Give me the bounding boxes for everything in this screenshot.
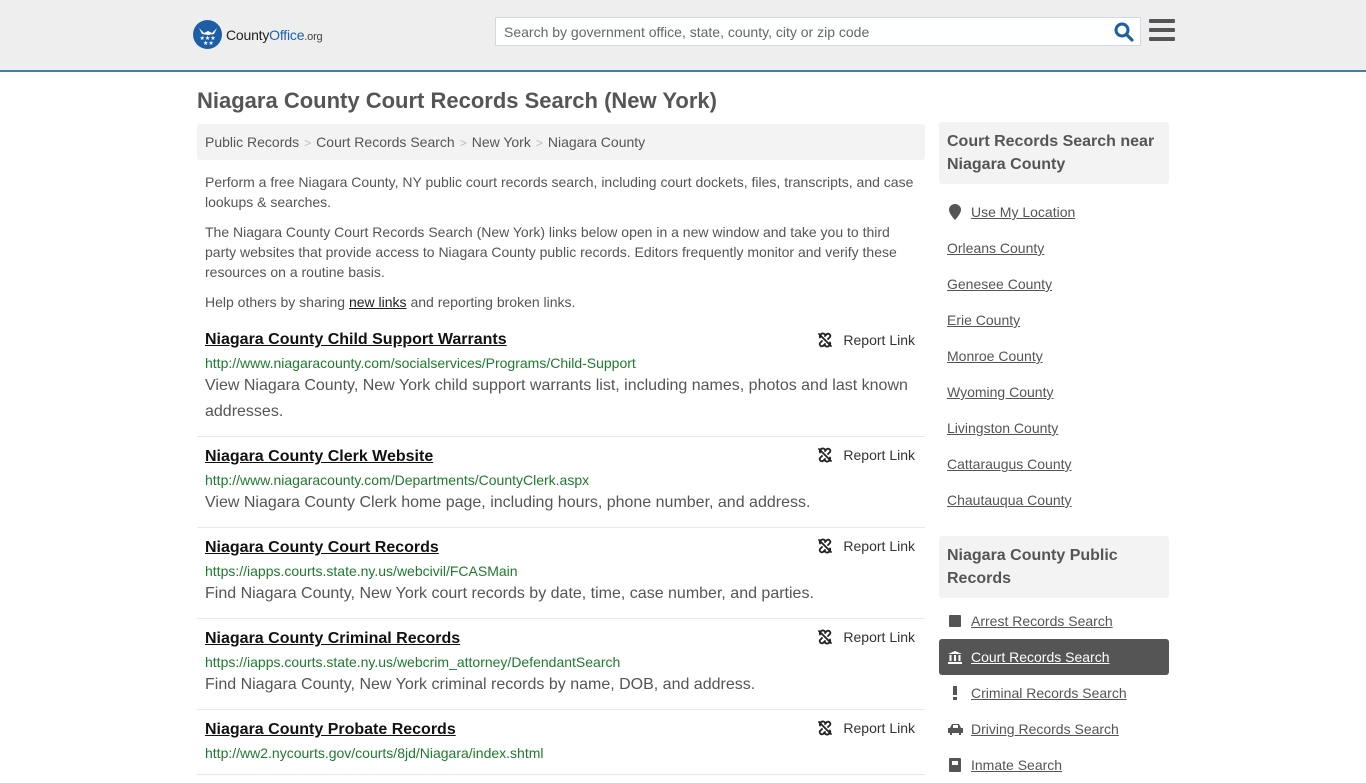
hamburger-menu-icon[interactable] (1149, 19, 1175, 43)
result-item: Niagara County Probate Records Report Lin… (197, 710, 925, 775)
broken-link-icon (818, 720, 833, 736)
nearby-county-item[interactable]: Wyoming County (947, 374, 1161, 410)
breadcrumb-separator: > (535, 136, 543, 150)
result-description: View Niagara County, New York child supp… (205, 377, 908, 420)
report-link-button[interactable]: Report Link (817, 538, 915, 554)
report-link-button[interactable]: Report Link (817, 720, 915, 736)
result-description: Find Niagara County, New York court reco… (205, 585, 814, 602)
report-link-label: Report Link (843, 332, 915, 348)
public-records-item[interactable]: Arrest Records Search (947, 603, 1161, 639)
site-header: ★★★ ★★ CountyOffice.org (0, 0, 1366, 72)
broken-link-icon (818, 629, 833, 645)
square-icon (947, 615, 963, 627)
nearby-county-link[interactable]: Cattaraugus County (947, 456, 1072, 472)
nearby-county-item[interactable]: Genesee County (947, 266, 1161, 302)
car-icon (947, 723, 963, 735)
result-title-link[interactable]: Niagara County Child Support Warrants (205, 330, 507, 350)
intro-text: Perform a free Niagara County, NY public… (197, 160, 925, 312)
nearby-county-item[interactable]: Monroe County (947, 338, 1161, 374)
nearby-county-item[interactable]: Chautauqua County (947, 482, 1161, 518)
report-link-label: Report Link (843, 629, 915, 645)
nearby-county-link[interactable]: Livingston County (947, 420, 1058, 436)
result-item: Niagara County Clerk Website Report Link h… (197, 437, 925, 528)
result-title-link[interactable]: Niagara County Court Records (205, 538, 439, 558)
eagle-stars-logo-icon: ★★★ ★★ (193, 20, 222, 49)
report-link-button[interactable]: Report Link (817, 447, 915, 463)
search-box (495, 17, 1141, 46)
search-input[interactable] (496, 18, 1096, 45)
result-title-link[interactable]: Niagara County Criminal Records (205, 629, 460, 649)
public-records-link[interactable]: Driving Records Search (971, 721, 1119, 737)
site-logo[interactable]: ★★★ ★★ CountyOffice.org (193, 20, 323, 49)
map-marker-icon (947, 204, 963, 220)
intro-paragraph: The Niagara County Court Records Search … (205, 224, 897, 280)
use-my-location-link[interactable]: Use My Location (971, 204, 1075, 220)
result-description: View Niagara County Clerk home page, inc… (205, 494, 811, 511)
sidebar: Court Records Search near Niagara County… (939, 122, 1169, 783)
result-item: Niagara County Court Records Report Link h… (197, 528, 925, 619)
nearby-heading: Court Records Search near Niagara County (939, 122, 1169, 184)
broken-link-icon (818, 447, 833, 463)
nearby-county-link[interactable]: Erie County (947, 312, 1020, 328)
breadcrumb-separator: > (459, 136, 467, 150)
inmate-icon (947, 758, 963, 772)
search-button[interactable] (1114, 22, 1134, 42)
breadcrumb-niagara-county[interactable]: Niagara County (548, 134, 645, 150)
public-records-link[interactable]: Court Records Search (971, 649, 1110, 665)
breadcrumb-separator: > (304, 136, 312, 150)
report-link-label: Report Link (843, 538, 915, 554)
public-records-list: Arrest Records Search Court Records Searc… (939, 598, 1169, 783)
nearby-list: Use My Location Orleans County Genesee Co… (939, 184, 1169, 524)
nearby-county-link[interactable]: Wyoming County (947, 384, 1053, 400)
result-url[interactable]: http://www.niagaracounty.com/socialservi… (205, 353, 917, 373)
public-records-item[interactable]: Inmate Search (947, 747, 1161, 783)
public-records-item[interactable]: Court Records Search (939, 639, 1169, 675)
public-records-item[interactable]: Driving Records Search (947, 711, 1161, 747)
public-records-item[interactable]: Criminal Records Search (947, 675, 1161, 711)
broken-link-icon (818, 332, 833, 348)
search-icon (1114, 22, 1134, 42)
courthouse-icon (947, 650, 963, 664)
logo-wordmark: CountyOffice.org (226, 26, 323, 43)
public-records-link[interactable]: Criminal Records Search (971, 685, 1127, 701)
public-records-heading: Niagara County Public Records (939, 536, 1169, 598)
report-link-label: Report Link (843, 447, 915, 463)
breadcrumb-new-york[interactable]: New York (472, 134, 531, 150)
broken-link-icon (818, 538, 833, 554)
nearby-county-link[interactable]: Chautauqua County (947, 492, 1072, 508)
breadcrumb-court-records-search[interactable]: Court Records Search (316, 134, 455, 150)
result-url[interactable]: https://iapps.courts.state.ny.us/webcrim… (205, 652, 917, 672)
nearby-county-link[interactable]: Monroe County (947, 348, 1043, 364)
result-description: Find Niagara County, New York criminal r… (205, 676, 756, 693)
nearby-county-link[interactable]: Orleans County (947, 240, 1044, 256)
public-records-link[interactable]: Inmate Search (971, 757, 1062, 773)
result-title-link[interactable]: Niagara County Probate Records (205, 720, 456, 740)
result-url[interactable]: https://iapps.courts.state.ny.us/webcivi… (205, 561, 917, 581)
use-my-location-item[interactable]: Use My Location (947, 194, 1161, 230)
exclamation-icon (947, 686, 963, 700)
result-title-link[interactable]: Niagara County Clerk Website (205, 447, 433, 467)
result-url[interactable]: http://ww2.nycourts.gov/courts/8jd/Niaga… (205, 743, 917, 763)
report-link-button[interactable]: Report Link (817, 629, 915, 645)
new-links-link[interactable]: new links (349, 294, 407, 310)
report-link-button[interactable]: Report Link (817, 332, 915, 348)
nearby-county-item[interactable]: Orleans County (947, 230, 1161, 266)
result-item: Niagara County Criminal Records Report Li… (197, 619, 925, 710)
nearby-county-item[interactable]: Livingston County (947, 410, 1161, 446)
nearby-county-item[interactable]: Cattaraugus County (947, 446, 1161, 482)
main-content: Public Records > Court Records Search > New … (197, 124, 925, 775)
result-url[interactable]: http://www.niagaracounty.com/Departments… (205, 470, 917, 490)
breadcrumb: Public Records > Court Records Search > New … (197, 124, 925, 160)
help-paragraph: Help others by sharing new links and rep… (205, 294, 576, 310)
result-item: Niagara County Child Support Warrants Rep… (197, 322, 925, 437)
page-title: Niagara County Court Records Search (New… (197, 88, 717, 113)
nearby-county-link[interactable]: Genesee County (947, 276, 1052, 292)
breadcrumb-public-records[interactable]: Public Records (205, 134, 299, 150)
svg-text:★★: ★★ (203, 40, 214, 45)
results-list: Niagara County Child Support Warrants Rep… (197, 322, 925, 775)
public-records-link[interactable]: Arrest Records Search (971, 613, 1113, 629)
intro-paragraph: Perform a free Niagara County, NY public… (205, 174, 914, 210)
nearby-county-item[interactable]: Erie County (947, 302, 1161, 338)
report-link-label: Report Link (843, 720, 915, 736)
